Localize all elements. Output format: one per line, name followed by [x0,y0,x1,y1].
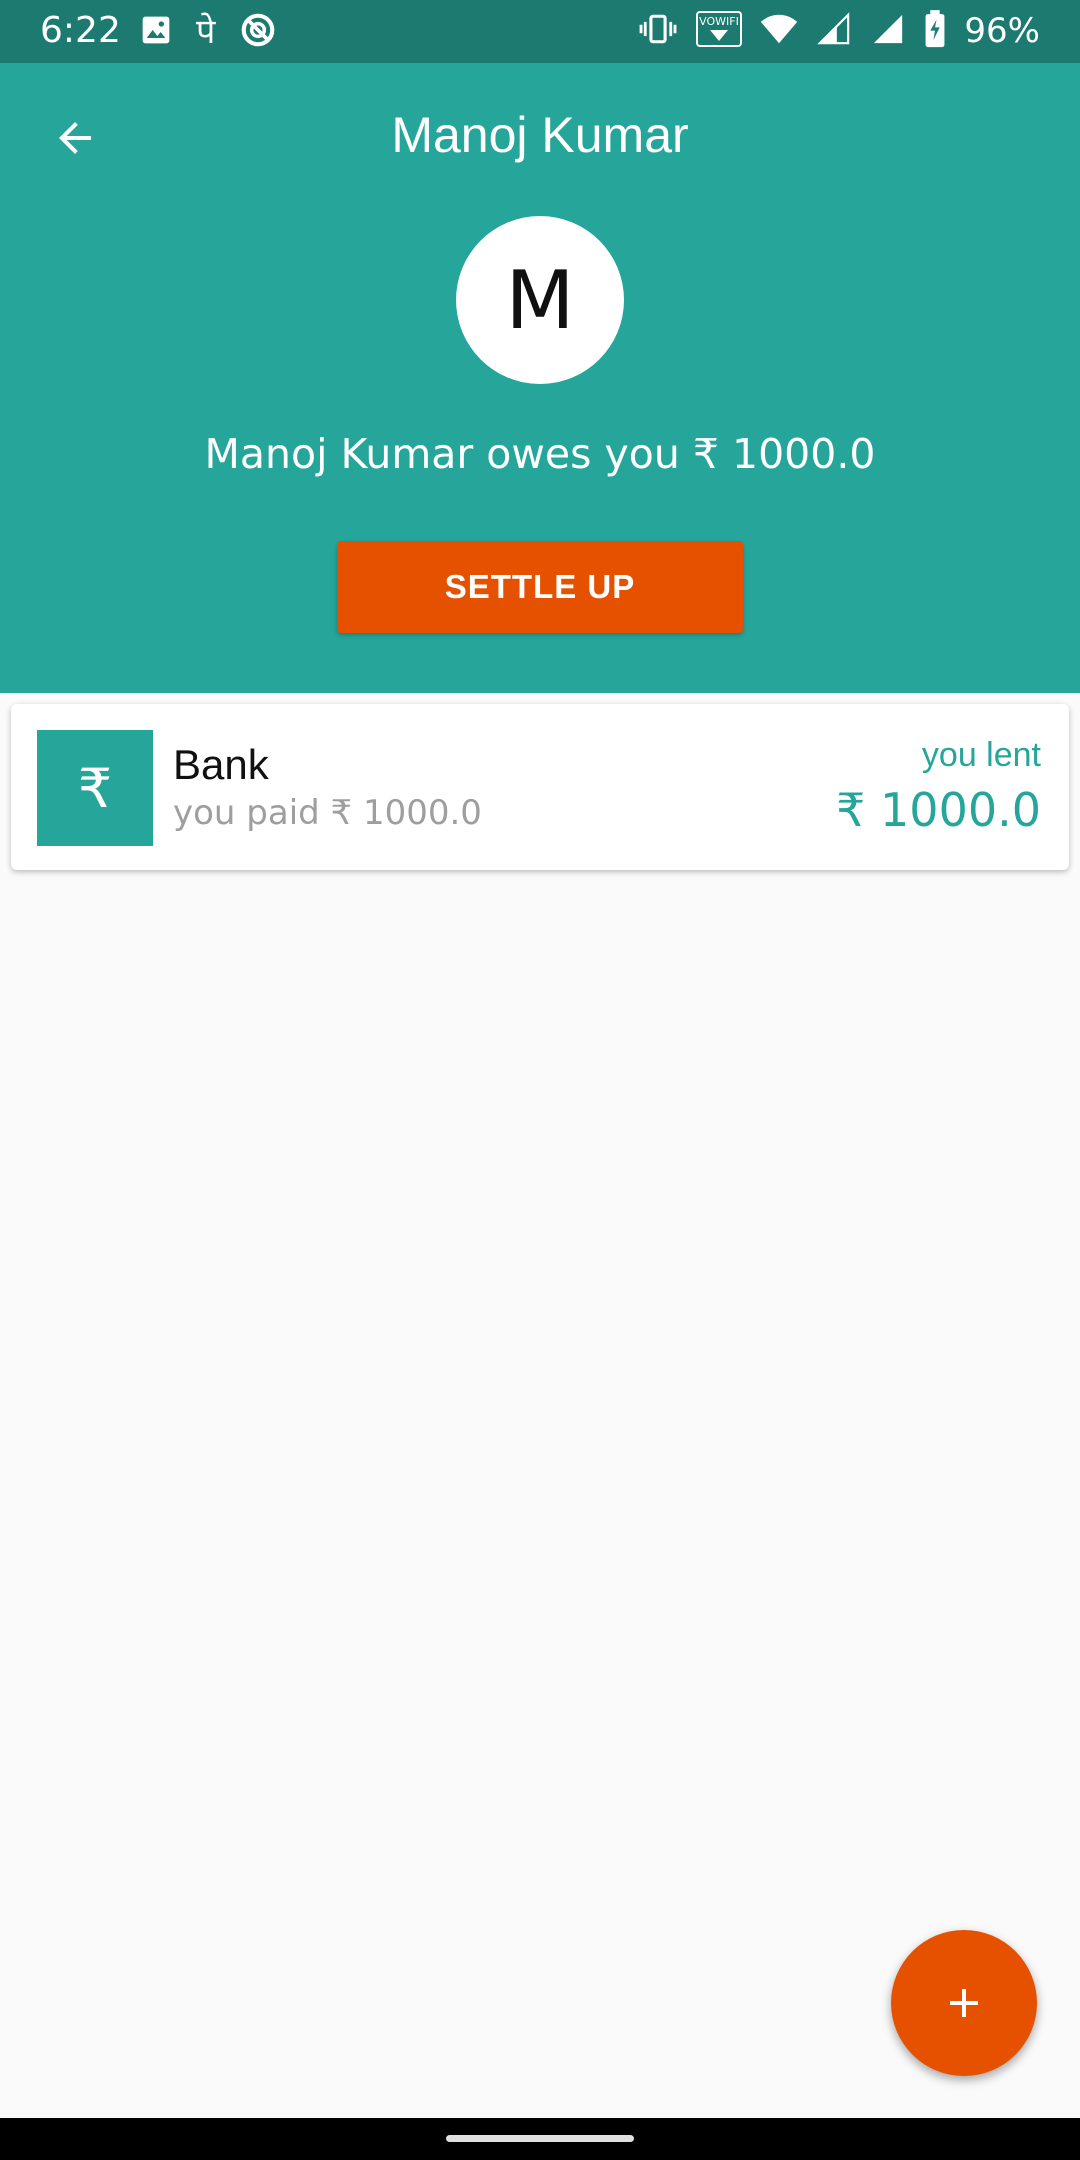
vowifi-label: VOWIFI [700,15,740,28]
rupee-icon: ₹ [37,730,153,846]
vowifi-icon: VOWIFI [696,10,743,52]
add-expense-button[interactable] [891,1930,1037,2076]
data-saver-icon [239,11,277,54]
status-time: 6:22 [40,10,121,51]
wifi-icon [760,13,798,50]
transaction-status-label: you lent [921,736,1041,774]
cellular-signal-full-icon [870,12,906,51]
friend-header: Manoj Kumar M Manoj Kumar owes you ₹ 100… [0,63,1080,693]
page-title: Manoj Kumar [391,107,689,163]
navigation-bar [0,2118,1080,2160]
balance-summary: Manoj Kumar owes you ₹ 1000.0 [204,430,876,478]
transaction-amount: ₹ 1000.0 [836,783,1041,837]
status-right-icons: VOWIFI 96% [638,8,1040,54]
transaction-card[interactable]: ₹ Bank you paid ₹ 1000.0 you lent ₹ 1000… [11,704,1069,870]
status-bar: 6:22 पे VOWIFI 96% [0,0,1080,63]
phonepe-icon: पे [196,12,216,52]
settle-up-button[interactable]: SETTLE UP [337,541,743,633]
battery-level: 96% [964,11,1040,51]
transaction-title: Bank [173,741,269,788]
plus-icon [950,1989,978,2017]
status-left-icons: पे [140,12,277,52]
transaction-subtitle: you paid ₹ 1000.0 [173,793,482,833]
home-indicator[interactable] [446,2135,634,2142]
battery-charging-icon [924,9,946,53]
vibrate-icon [638,12,678,51]
avatar: M [456,216,624,384]
cellular-signal-icon [816,11,852,51]
image-icon [140,14,172,51]
